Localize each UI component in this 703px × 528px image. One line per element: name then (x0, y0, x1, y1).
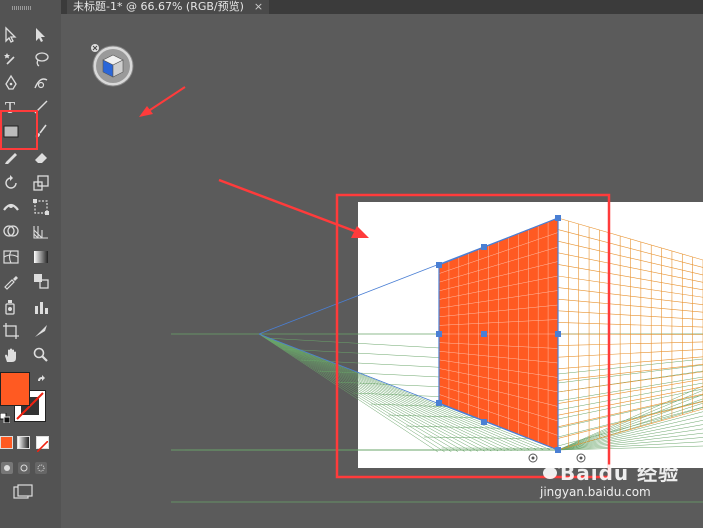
draw-behind-icon[interactable] (17, 460, 31, 474)
free-transform-tool-icon[interactable] (30, 196, 52, 218)
none-mode-button[interactable] (36, 436, 49, 453)
document-tab[interactable]: 未标题-1* @ 66.67% (RGB/预览) × (67, 0, 270, 14)
artboard-tool-icon[interactable] (0, 320, 22, 342)
lasso-tool-icon[interactable] (30, 48, 52, 70)
close-tab-icon[interactable]: × (254, 0, 263, 14)
document-tab-title: 未标题-1* @ 66.67% (RGB/预览) (73, 0, 244, 13)
baidu-watermark: Baidu 经验 jingyan.baidu.com (536, 445, 696, 505)
default-colors-icon[interactable] (0, 408, 11, 424)
mesh-tool-icon[interactable] (0, 246, 22, 268)
fill-color-swatch[interactable] (0, 372, 30, 406)
scale-tool-icon[interactable] (30, 172, 52, 194)
rotate-tool-icon[interactable] (0, 172, 22, 194)
gradient-mode-button[interactable] (17, 436, 30, 449)
annotation-arrow-2 (218, 178, 369, 238)
slice-tool-icon[interactable] (30, 320, 52, 342)
tool-highlight-box (0, 110, 38, 150)
document-tab-bar: 未标题-1* @ 66.67% (RGB/预览) × (61, 0, 703, 14)
eyedropper-tool-icon[interactable] (0, 270, 22, 292)
panel-grip[interactable] (12, 6, 32, 10)
symbol-sprayer-tool-icon[interactable] (0, 296, 22, 318)
pen-tool-icon[interactable] (0, 72, 22, 94)
shape-builder-tool-icon[interactable] (0, 220, 22, 242)
perspective-grid-tool-icon[interactable] (30, 220, 52, 242)
magic-wand-tool-icon[interactable] (0, 48, 22, 70)
draw-inside-icon[interactable] (34, 460, 48, 474)
draw-normal-icon[interactable] (0, 460, 14, 474)
gradient-tool-icon[interactable] (30, 246, 52, 268)
screen-mode-icon[interactable] (12, 484, 34, 500)
curvature-tool-icon[interactable] (30, 72, 52, 94)
zoom-tool-icon[interactable] (30, 344, 52, 366)
watermark-brand: Baidu 经验 (560, 461, 680, 485)
direct-selection-tool-icon[interactable] (30, 24, 52, 46)
watermark-url: jingyan.baidu.com (540, 485, 651, 499)
color-mode-button[interactable] (0, 436, 13, 449)
column-graph-tool-icon[interactable] (30, 296, 52, 318)
tools-panel: T (0, 0, 62, 528)
annotation-arrow-1 (139, 86, 186, 117)
baidu-paw-icon (541, 455, 562, 479)
width-tool-icon[interactable] (0, 196, 22, 218)
selection-tool-icon[interactable] (0, 24, 22, 46)
swap-colors-icon[interactable] (36, 372, 48, 384)
hand-tool-icon[interactable] (0, 344, 22, 366)
blend-tool-icon[interactable] (30, 270, 52, 292)
